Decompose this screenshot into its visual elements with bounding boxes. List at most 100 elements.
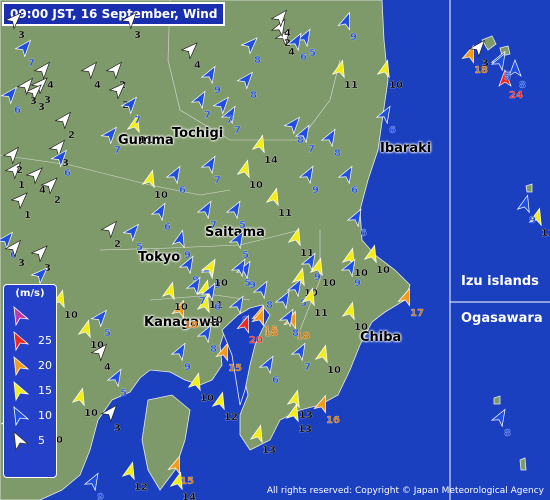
wind-station: 4 [80, 61, 101, 91]
wind-station: 8 [240, 37, 261, 66]
wind-arrow-icon [249, 424, 263, 444]
wind-arrow-icon [290, 342, 306, 362]
wind-speed-value: 8 [210, 344, 217, 355]
wind-speed-value: 5 [242, 250, 249, 261]
wind-station: 14 [251, 134, 278, 166]
legend-threshold-15: 15 [38, 384, 52, 397]
wind-station: 9 [337, 11, 357, 43]
wind-station: 12 [211, 391, 238, 423]
wind-speed-value: 3 [114, 423, 121, 434]
wind-station: 2 [100, 220, 121, 250]
wind-speed-value: 3 [18, 30, 25, 41]
wind-arrow-icon [30, 245, 48, 263]
wind-arrow-icon [33, 61, 51, 80]
wind-speed-value: 11 [314, 308, 328, 319]
wind-speed-value: 12 [541, 228, 550, 239]
wind-arrow-icon [121, 461, 135, 481]
wind-station: 7 [200, 155, 221, 186]
wind-arrow-icon [100, 220, 118, 239]
wind-station: 10 [341, 247, 368, 279]
wind-speed-value: 10 [64, 310, 78, 321]
wind-speed-value: 8 [266, 300, 273, 311]
wind-station: 8 [490, 408, 511, 439]
wind-station: 10 [71, 387, 98, 419]
wind-speed-value: 2 [16, 165, 23, 176]
wind-station: 3 [30, 245, 51, 274]
wind-arrow-icon [397, 287, 410, 307]
wind-arrow-icon [54, 111, 72, 130]
wind-arrow-icon [376, 59, 390, 79]
wind-arrow-icon [190, 90, 206, 110]
wind-arrow-icon [167, 455, 180, 475]
wind-speed-value: 2 [68, 130, 75, 141]
wind-arrow-icon [375, 105, 391, 125]
wind-speed-value: 11 [139, 135, 153, 146]
wind-speed-value: 8 [250, 90, 257, 101]
wind-speed-value: 5 [136, 242, 143, 253]
wind-speed-value: 3 [38, 102, 45, 113]
wind-speed-value: 10 [376, 265, 390, 276]
wind-arrow-icon [236, 159, 250, 179]
wind-arrow-icon [71, 387, 85, 407]
wind-arrow-icon [100, 404, 118, 423]
wind-speed-value: 4 [39, 185, 46, 196]
wind-station: 3 [48, 139, 69, 169]
wind-arrow-icon [341, 301, 355, 321]
wind-speed-value: 11 [344, 80, 358, 91]
wind-station: 9 [516, 194, 536, 226]
wind-arrow-icon [48, 139, 66, 158]
wind-speed-value: 9 [312, 185, 319, 196]
wind-arrow-icon [258, 355, 274, 375]
wind-station: 4 [25, 167, 46, 196]
wind-station: 4 [180, 42, 201, 71]
wind-station: 12 [121, 461, 148, 493]
wind-speed-value: 5 [309, 48, 316, 59]
wind-arrow-icon [287, 227, 301, 247]
wind-speed-value: 4 [194, 60, 201, 71]
wind-arrow-icon [10, 192, 28, 210]
wind-arrow-icon [341, 247, 355, 267]
wind-speed-value: 18 [264, 328, 278, 339]
wind-speed-value: 10 [200, 393, 214, 404]
wind-speed-value: 7 [114, 145, 121, 156]
legend-threshold-10: 10 [38, 409, 52, 422]
wind-station: 11 [287, 227, 314, 259]
wind-arrow-icon [161, 281, 175, 301]
wind-speed-value: 13 [299, 410, 313, 421]
wind-arrow-icon [100, 126, 118, 145]
wind-station: 9 [200, 65, 221, 96]
wind-arrow-icon [274, 290, 290, 310]
wind-station: 10 [236, 159, 263, 191]
wind-speed-value: 1 [24, 210, 31, 221]
wind-station: 6 [346, 208, 367, 239]
legend-threshold-5: 5 [38, 434, 45, 447]
wind-speed-value: 4 [284, 28, 291, 39]
wind-station: 5 [225, 200, 246, 231]
wind-arrow-icon [83, 472, 99, 492]
wind-arrow-icon [236, 71, 254, 90]
wind-speed-value: 10 [249, 180, 263, 191]
wind-station: 9 [83, 472, 104, 500]
wind-arrow-icon [283, 116, 301, 135]
wind-arrow-icon [363, 244, 377, 264]
wind-speed-value: 12 [224, 412, 238, 423]
wind-arrow-icon [4, 12, 22, 30]
wind-arrow-icon [122, 223, 140, 242]
wind-station: 10 [363, 244, 390, 276]
legend-threshold-20: 20 [38, 359, 52, 372]
wind-speed-value: 5 [239, 220, 246, 231]
wind-speed-value: 10 [214, 278, 228, 289]
wind-station-layer: 3958342744263498611101882423377821173147… [0, 9, 550, 500]
wind-station: 6 [258, 355, 279, 386]
wind-speed-value: 1 [18, 180, 25, 191]
legend-row-10-15: 15 [8, 380, 54, 402]
wind-arrow-icon [187, 372, 201, 392]
wind-station: 1 [10, 192, 31, 221]
wind-arrow-icon [314, 344, 328, 364]
wind-station: 11 [331, 59, 358, 91]
wind-station: 7 [190, 90, 211, 121]
wind-map: 09:00 JST, 16 September, Wind Tochigi Gu… [0, 0, 550, 500]
legend-row-15-20: 20 [8, 355, 54, 377]
wind-speed-value: 5 [104, 328, 111, 339]
wind-speed-value: 9 [354, 278, 361, 289]
